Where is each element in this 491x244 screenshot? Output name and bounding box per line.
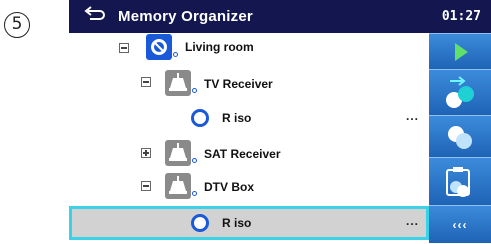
expand-toggle-icon[interactable] [141, 148, 151, 158]
title-bar: Memory Organizer 01:27 [69, 0, 491, 33]
node-dot-icon [192, 88, 197, 93]
tree-node-label: R iso [222, 111, 252, 125]
tree-node-tv-receiver[interactable]: TV Receiver [69, 67, 429, 101]
memory-tree: Living room TV Receiver R iso ... SAT Re… [69, 33, 429, 243]
more-options-icon: ‹‹‹ [452, 218, 468, 232]
tree-node-label: R iso [222, 216, 252, 230]
more-dots-icon[interactable]: ... [406, 109, 419, 123]
run-button[interactable] [429, 33, 491, 69]
clone-button[interactable] [429, 115, 491, 157]
tree-node-label: TV Receiver [204, 77, 273, 91]
add-measurement-icon [446, 76, 474, 108]
collapse-toggle-icon[interactable] [141, 181, 151, 191]
appliance-icon [165, 70, 191, 96]
node-dot-icon [173, 52, 178, 57]
instrument-screen: Memory Organizer 01:27 Living room TV Re… [69, 0, 491, 243]
clock: 01:27 [441, 9, 481, 24]
play-icon [455, 43, 468, 61]
tree-node-dtv-box[interactable]: DTV Box [69, 169, 429, 203]
tree-node-living-room[interactable]: Living room [69, 33, 429, 67]
paste-icon [446, 167, 470, 197]
collapse-toggle-icon[interactable] [141, 77, 151, 87]
measurement-ring-icon [191, 214, 209, 232]
node-dot-icon [192, 191, 197, 196]
tree-node-r-iso[interactable]: R iso ... [69, 101, 429, 135]
tree-node-label: SAT Receiver [204, 147, 281, 161]
step-number-badge: 5 [4, 12, 30, 38]
more-dots-icon[interactable]: ... [406, 214, 419, 228]
appliance-icon [165, 173, 191, 199]
tree-node-sat-receiver[interactable]: SAT Receiver [69, 135, 429, 169]
tree-node-label: Living room [185, 40, 254, 54]
room-icon [146, 34, 172, 60]
tree-node-r-iso-selected[interactable]: R iso ... [69, 206, 429, 240]
page-title: Memory Organizer [118, 8, 253, 25]
appliance-icon [165, 140, 191, 166]
clone-icon [448, 126, 472, 149]
more-options-button[interactable]: ‹‹‹ [429, 205, 491, 243]
collapse-toggle-icon[interactable] [119, 43, 129, 53]
back-arrow-icon[interactable] [83, 6, 107, 26]
measurement-ring-icon [191, 109, 209, 127]
side-action-bar: ‹‹‹ [429, 33, 491, 243]
paste-button[interactable] [429, 157, 491, 205]
node-dot-icon [192, 158, 197, 163]
add-measurement-button[interactable] [429, 69, 491, 115]
tree-node-label: DTV Box [204, 180, 255, 194]
